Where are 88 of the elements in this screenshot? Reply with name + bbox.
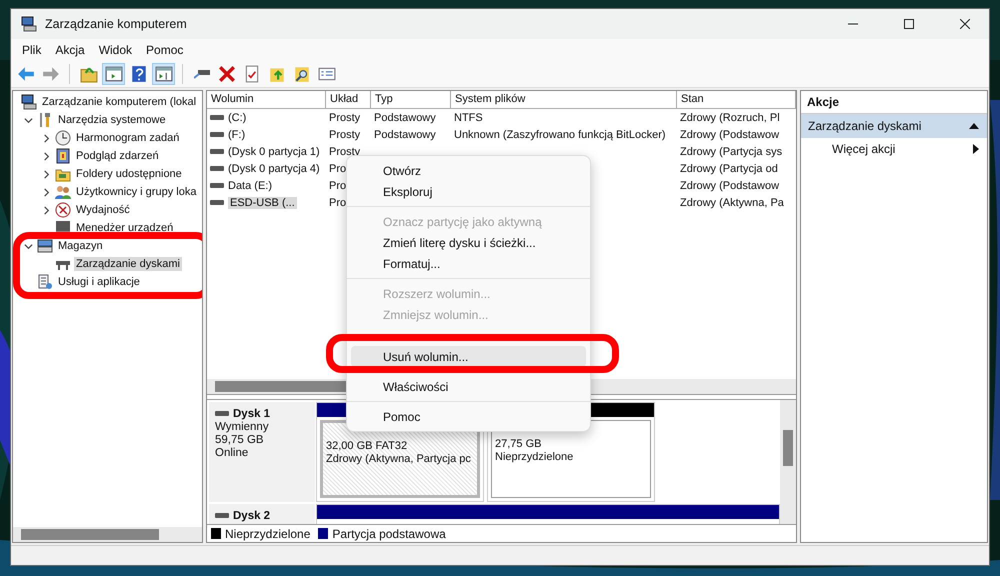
forward-arrow-icon: [42, 65, 60, 83]
menu-item[interactable]: Usuń wolumin...: [351, 346, 586, 367]
tree-item[interactable]: Magazyn: [56, 239, 105, 253]
tools-icon: [37, 112, 53, 128]
menu-item[interactable]: Plik: [15, 41, 48, 59]
tree-item[interactable]: Podgląd zdarzeń: [74, 149, 161, 163]
maximize-icon: [904, 19, 914, 29]
table-cell: Prosty: [329, 128, 360, 140]
tree-item[interactable]: Zarządzanie komputerem (lokal: [40, 95, 198, 109]
folder-search-icon: [292, 65, 310, 83]
partition-status: Nieprzydzielone: [495, 451, 574, 463]
table-cell: Prosty: [329, 146, 360, 158]
table-cell: Podstawowy: [374, 128, 436, 140]
tree-item[interactable]: Wydajność: [74, 203, 132, 217]
log-icon: [55, 148, 71, 164]
table-cell: Podstawowy: [374, 112, 436, 124]
properties-icon: [318, 65, 336, 83]
table-cell: (Dysk 0 partycja 4): [228, 162, 320, 174]
tree-pane-icon: [104, 65, 122, 83]
table-cell: Unknown (Zaszyfrowano funkcją BitLocker): [454, 128, 666, 140]
window-title: Zarządzanie komputerem: [45, 17, 188, 31]
minimize-icon: [848, 23, 858, 25]
table-cell: Zdrowy (Podstawow: [680, 128, 780, 140]
back-arrow-icon: [16, 65, 34, 83]
action-link[interactable]: Więcej akcji: [832, 142, 896, 156]
table-cell: Zdrowy (Partycja sys: [680, 146, 782, 158]
table-cell: Prosty: [329, 112, 360, 124]
column-header[interactable]: Typ: [371, 91, 451, 109]
disk-name: Dysk 1: [215, 408, 315, 420]
table-cell: Pro: [329, 196, 346, 208]
clock-icon: [55, 130, 71, 146]
menu-item[interactable]: Akcja: [48, 41, 92, 59]
disk-status: Online: [215, 447, 250, 459]
tree-item[interactable]: Usługi i aplikacje: [56, 275, 142, 289]
menu-item[interactable]: Pomoc: [139, 41, 190, 59]
table-cell: Zdrowy (Aktywna, Pa: [680, 196, 784, 208]
legend-label: Partycja podstawowa: [332, 526, 446, 540]
help-icon: [130, 65, 148, 83]
table-cell: Zdrowy (Podstawow: [680, 180, 780, 192]
table-cell: (Dysk 0 partycja 1): [228, 146, 320, 158]
menu-item[interactable]: Eksploruj: [351, 181, 586, 202]
close-icon: [960, 19, 970, 29]
toolbar-button[interactable]: [102, 63, 125, 85]
tree-item[interactable]: Zarządzanie dyskami: [74, 257, 182, 271]
partition-size: 32,00 GB FAT32: [326, 440, 408, 452]
menu-item[interactable]: Zmień literę dysku i ścieżki...: [351, 232, 586, 253]
menu-item[interactable]: Formatuj...: [351, 253, 586, 274]
partition-status: Zdrowy (Aktywna, Partycja pc: [326, 453, 472, 465]
legend-label: Nieprzydzielone: [225, 526, 310, 540]
menu-item[interactable]: Właściwości: [351, 376, 586, 397]
table-cell: (F:): [228, 128, 246, 140]
tree-item[interactable]: Menedżer urządzeń: [74, 221, 176, 235]
action-pane-icon: [154, 65, 172, 83]
delete-icon: [218, 65, 236, 83]
table-cell: Pro: [329, 180, 346, 192]
column-header[interactable]: Układ: [326, 91, 371, 109]
disk-name: Dysk 2: [215, 510, 315, 522]
column-header[interactable]: System plików: [451, 91, 677, 109]
tree-item[interactable]: Użytkownicy i grupy loka: [74, 185, 198, 199]
tree-item[interactable]: Foldery udostępnione: [74, 167, 184, 181]
column-header[interactable]: Stan: [677, 91, 796, 109]
computer-icon: [21, 94, 37, 110]
actions-section-header[interactable]: Zarządzanie dyskami: [801, 114, 987, 139]
table-cell: Data (E:): [228, 180, 272, 192]
column-header[interactable]: Wolumin: [207, 91, 326, 109]
partition-block[interactable]: 27,75 GB Nieprzydzielone: [491, 420, 651, 498]
partition-size: 27,75 GB: [495, 438, 542, 450]
table-cell: ESD-USB (...: [228, 196, 297, 208]
disk-type: Wymienny: [215, 421, 270, 433]
users-icon: [55, 184, 71, 200]
table-cell: Zdrowy (Rozruch, Pl: [680, 112, 780, 124]
horizontal-scrollbar[interactable]: [13, 527, 202, 542]
toolbar-button[interactable]: [152, 63, 175, 85]
gauge-icon: [55, 202, 71, 218]
tree-item[interactable]: Narzędzia systemowe: [56, 113, 168, 127]
menu-item[interactable]: Otwórz: [351, 160, 586, 181]
table-cell: Zdrowy (Partycja od: [680, 162, 778, 174]
table-cell: NTFS: [454, 112, 483, 124]
menu-item[interactable]: Widok: [92, 41, 140, 59]
folder-up-icon: [80, 65, 98, 83]
computer-management-icon: [21, 16, 37, 32]
tree-item[interactable]: Harmonogram zadań: [74, 131, 182, 145]
vertical-scrollbar[interactable]: [780, 400, 796, 524]
disk-size: 59,75 GB: [215, 434, 265, 446]
storage-icon: [37, 238, 53, 254]
services-icon: [37, 274, 53, 290]
table-cell: (C:): [228, 112, 246, 124]
table-cell: Pro: [329, 162, 346, 174]
